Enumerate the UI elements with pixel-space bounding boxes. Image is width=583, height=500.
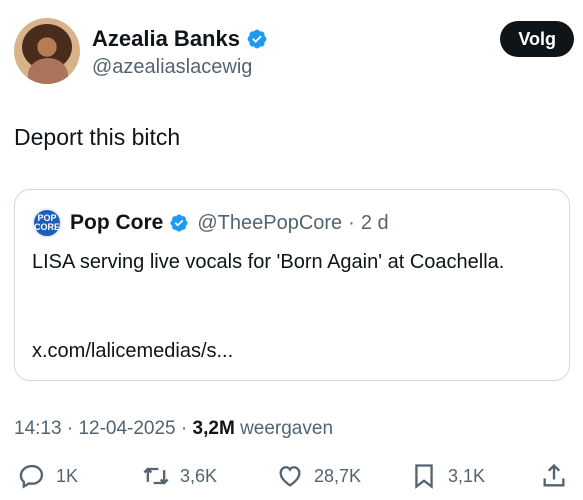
quoted-tweet-link[interactable]: x.com/lalicemedias/s...: [32, 340, 233, 363]
tweet-metadata: 14:13 · 12-04-2025 · 3,2M weergaven: [14, 418, 333, 440]
reply-button[interactable]: 1K: [18, 462, 78, 490]
repost-icon: [143, 467, 169, 485]
like-count: 28,7K: [314, 465, 362, 486]
author-handle[interactable]: @azealiaslacewig: [92, 56, 252, 79]
share-icon: [543, 463, 565, 487]
reply-icon: [19, 464, 44, 489]
quoted-display-name[interactable]: Pop Core: [70, 211, 163, 235]
author-name-row: Azealia Banks: [92, 26, 268, 52]
tweet-date[interactable]: 12-04-2025: [78, 418, 175, 439]
views-label: weergaven: [240, 418, 334, 439]
verified-badge-icon: [247, 29, 267, 49]
bookmark-icon: [415, 464, 433, 489]
like-button[interactable]: 28,7K: [276, 462, 361, 490]
avatar-body: [28, 58, 68, 84]
meta-separator: ·: [180, 418, 188, 439]
bookmark-button[interactable]: 3,1K: [410, 462, 485, 490]
quoted-handle[interactable]: @TheePopCore: [197, 212, 342, 235]
tweet-actions: 1K 3,6K 28,7K 3,1K: [14, 462, 574, 498]
meta-separator: ·: [66, 418, 74, 439]
tweet-time[interactable]: 14:13: [14, 418, 62, 439]
follow-button[interactable]: Volg: [500, 21, 574, 57]
quoted-age: 2 d: [360, 211, 389, 234]
quoted-separator: ·: [348, 211, 355, 234]
verified-badge-icon: [170, 214, 188, 232]
quoted-tweet-text: LISA serving live vocals for 'Born Again…: [32, 251, 505, 273]
tweet-text: Deport this bitch: [14, 124, 181, 150]
quoted-avatar-text-bottom: CORE: [34, 222, 61, 232]
quoted-tweet-card[interactable]: POP CORE Pop Core @TheePopCore · 2 d LIS…: [14, 189, 570, 381]
author-display-name[interactable]: Azealia Banks: [92, 26, 240, 52]
views-count: 3,2M: [192, 418, 235, 439]
quoted-avatar[interactable]: POP CORE: [32, 208, 62, 238]
avatar[interactable]: [14, 18, 80, 84]
repost-count: 3,6K: [180, 465, 218, 486]
share-button[interactable]: [540, 462, 568, 490]
quoted-tweet-header: POP CORE Pop Core @TheePopCore · 2 d: [32, 208, 389, 238]
bookmark-count: 3,1K: [448, 465, 486, 486]
repost-button[interactable]: 3,6K: [142, 462, 217, 490]
reply-count: 1K: [56, 465, 79, 486]
like-icon: [279, 466, 301, 487]
tweet-header: Azealia Banks @azealiaslacewig Volg: [14, 18, 574, 86]
